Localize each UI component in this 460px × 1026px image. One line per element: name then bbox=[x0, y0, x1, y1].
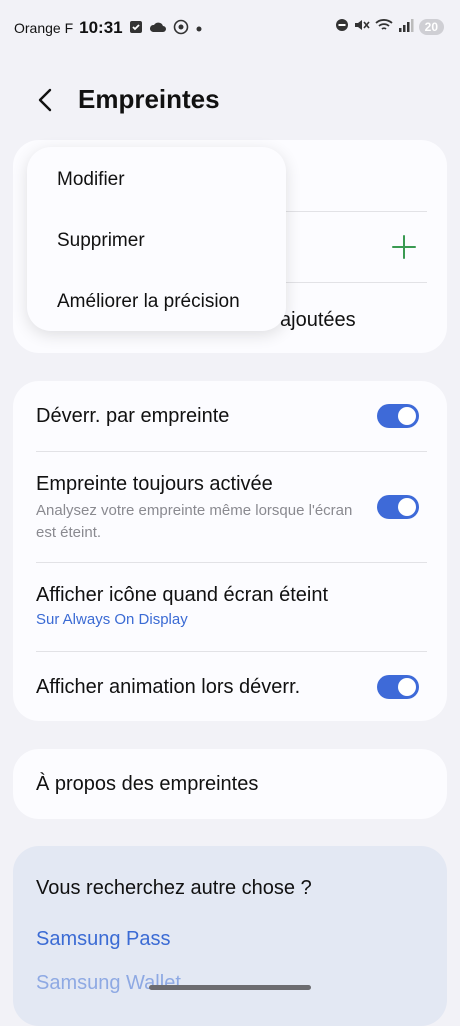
always-on-description: Analysez votre empreinte même lorsque l'… bbox=[36, 502, 353, 541]
wifi-icon bbox=[375, 18, 393, 35]
divider bbox=[36, 651, 427, 652]
cloud-icon bbox=[149, 20, 167, 36]
app-header: Empreintes bbox=[0, 80, 460, 120]
context-menu: Modifier Supprimer Améliorer la précisio… bbox=[27, 147, 286, 331]
clock: 10:31 bbox=[79, 18, 123, 37]
show-icon-row[interactable]: Afficher icône quand écran éteint Sur Al… bbox=[36, 584, 424, 628]
menu-item-modify[interactable]: Modifier bbox=[57, 169, 125, 191]
unlock-row[interactable]: Déverr. par empreinte bbox=[36, 405, 424, 428]
about-label: À propos des empreintes bbox=[36, 773, 259, 795]
suggestions-heading: Vous recherchez autre chose ? bbox=[36, 877, 312, 899]
do-not-disturb-icon bbox=[335, 18, 349, 35]
about-card[interactable]: À propos des empreintes bbox=[13, 749, 447, 819]
unlock-label: Déverr. par empreinte bbox=[36, 405, 230, 427]
mute-icon bbox=[354, 18, 370, 35]
fingerprints-added-text[interactable]: ajoutées bbox=[280, 309, 356, 332]
menu-item-delete[interactable]: Supprimer bbox=[57, 230, 145, 252]
notification-check-icon bbox=[129, 20, 143, 37]
suggestions-card: Vous recherchez autre chose ? Samsung Pa… bbox=[13, 846, 447, 1026]
page-title: Empreintes bbox=[78, 84, 220, 114]
divider bbox=[36, 451, 427, 452]
unlock-toggle[interactable] bbox=[377, 404, 419, 428]
animation-toggle[interactable] bbox=[377, 675, 419, 699]
back-arrow-icon[interactable] bbox=[32, 84, 60, 116]
samsung-wallet-link[interactable]: Samsung Wallet bbox=[36, 972, 181, 995]
show-icon-label: Afficher icône quand écran éteint bbox=[36, 584, 329, 606]
animation-label: Afficher animation lors déverr. bbox=[36, 676, 301, 698]
home-indicator[interactable] bbox=[149, 985, 311, 990]
show-icon-subtitle: Sur Always On Display bbox=[36, 611, 188, 628]
settings-card: Déverr. par empreinte Empreinte toujours… bbox=[13, 381, 447, 721]
battery-indicator: 20 bbox=[418, 18, 444, 35]
animation-row[interactable]: Afficher animation lors déverr. bbox=[36, 676, 424, 699]
carrier-label: Orange F bbox=[14, 20, 74, 36]
always-on-row[interactable]: Empreinte toujours activée Analysez votr… bbox=[36, 473, 357, 544]
always-on-label: Empreinte toujours activée bbox=[36, 473, 273, 495]
samsung-pass-link[interactable]: Samsung Pass bbox=[36, 928, 171, 951]
plus-icon bbox=[392, 235, 416, 259]
signal-icon bbox=[398, 18, 414, 35]
dot-icon bbox=[195, 20, 203, 36]
add-fingerprint-button[interactable] bbox=[391, 234, 417, 260]
divider bbox=[36, 562, 427, 563]
always-on-toggle[interactable] bbox=[377, 495, 419, 519]
menu-item-improve-accuracy[interactable]: Améliorer la précision bbox=[57, 291, 240, 313]
shield-heart-icon bbox=[173, 19, 189, 38]
status-bar: Orange F 10:31 20 bbox=[0, 0, 460, 56]
